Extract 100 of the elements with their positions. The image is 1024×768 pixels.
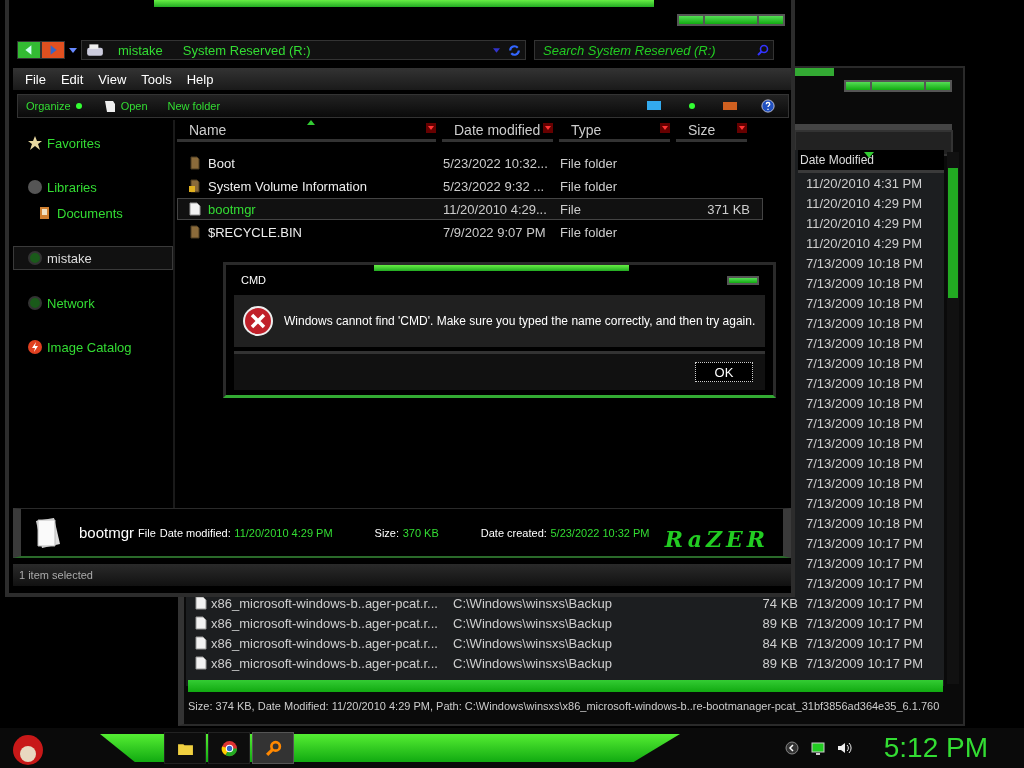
nav-item[interactable]: Network [13,292,173,314]
nav-item[interactable]: Documents [13,202,173,224]
file-icon [194,656,208,670]
monitor-icon[interactable] [646,99,662,113]
file-path: C:\Windows\winsxs\Backup [453,655,612,671]
field-value: 11/20/2010 4:29 PM [234,527,333,539]
dropdown-icon[interactable] [660,123,670,133]
file-name: bootmgr [79,524,135,541]
network-icon[interactable] [809,740,826,756]
pane-icon[interactable] [722,99,738,113]
menu-item[interactable]: Tools [141,71,172,87]
file-name: x86_microsoft-windows-b..ager-pcat.r... [211,615,438,631]
nav-item[interactable]: Libraries [13,176,173,198]
menu-item[interactable]: Edit [60,71,84,87]
vertical-scrollbar[interactable] [947,152,959,684]
toolbar-button[interactable]: Open [98,99,160,113]
date-modified: 7/13/2009 10:18 PM [805,275,924,291]
field-value: 370 KB [402,527,439,539]
browser-icon [220,739,238,757]
column-header[interactable]: Name [177,120,436,142]
window-controls[interactable] [844,80,952,92]
date-modified: 7/13/2009 10:18 PM [805,455,924,471]
toolbar-button[interactable]: New folder [163,100,233,112]
date-modified: 7/13/2009 10:17 PM [805,575,924,591]
column-header[interactable]: Date modified [442,120,553,142]
date-modified: 7/13/2009 10:18 PM [805,355,924,371]
date-modified: 7/13/2009 10:18 PM [805,515,924,531]
breadcrumb[interactable]: System Reserved (R:) [176,42,317,58]
error-icon [242,305,274,337]
dialog-title: CMD [241,274,267,286]
file-row[interactable]: Boot 5/23/2022 10:32... File folder [177,152,763,174]
menu-item[interactable]: File [25,71,46,87]
nav-item[interactable]: mistake [13,246,173,270]
dropdown-icon[interactable] [426,123,436,133]
folder-icon [188,225,202,239]
breadcrumb[interactable]: mistake [112,42,169,58]
date-modified: 7/13/2009 10:17 PM [805,535,924,551]
status-text: Size: 374 KB, Date Modified: 11/20/2010 4:29 PM, Path: C:\Windows\winsxs\x86_microsoft-windows-b..re-bootmanager-pcat_31bf3856ad364e35_6.1.760 [188,700,940,712]
file-path: C:\Windows\winsxs\Backup [453,595,612,611]
field-label: Size: [374,527,400,539]
horizontal-scrollbar[interactable] [188,680,943,692]
file-row[interactable]: $RECYCLE.BIN 7/9/2022 9:07 PM File folder [177,221,763,243]
date-modified: 11/20/2010 4:29 PM [805,195,923,211]
taskbar-button[interactable] [208,732,250,764]
menu-item[interactable]: Help [186,71,214,87]
column-header[interactable]: Size [676,120,747,142]
date-modified: 7/13/2009 10:18 PM [805,495,924,511]
field-label: Date created: [480,527,547,539]
file-icon [188,202,202,216]
file-name: x86_microsoft-windows-b..ager-pcat.r... [211,655,438,671]
file-type: File [138,526,156,539]
show-hidden-icon[interactable] [783,740,800,756]
date-modified: 7/13/2009 10:17 PM [805,635,924,651]
help-icon[interactable] [760,99,776,113]
file-path: C:\Windows\winsxs\Backup [453,615,612,631]
orb-icon [27,295,43,311]
file-icon [33,516,63,549]
date-modified: 7/13/2009 10:18 PM [805,335,924,351]
window-controls[interactable] [677,14,785,26]
search-field[interactable]: Search System Reserved (R:) [534,40,774,60]
accent-bar [794,68,834,76]
nav-item[interactable]: Image Catalog [13,336,173,358]
date-modified: 7/13/2009 10:17 PM [805,595,924,611]
file-size: 89 KB [762,615,798,631]
refresh-icon[interactable] [508,43,521,57]
file-size: 89 KB [762,655,798,671]
locked-folder-icon [188,179,202,193]
status-text: 1 item selected [19,569,93,581]
close-button[interactable] [727,275,759,285]
toolbar-button[interactable]: Organize [22,100,95,112]
dropdown-icon[interactable] [543,123,553,133]
nav-item[interactable]: Favorites [13,132,173,154]
date-modified: 7/13/2009 10:18 PM [805,375,924,391]
date-modified: 7/13/2009 10:18 PM [805,475,924,491]
column-header[interactable]: Type [559,120,670,142]
drive-icon [86,43,104,57]
dropdown-icon[interactable] [737,123,747,133]
ok-button[interactable]: OK [695,362,753,382]
speaker-icon[interactable] [835,740,852,756]
date-modified: 7/13/2009 10:18 PM [805,415,924,431]
date-modified: 11/20/2010 4:29 PM [805,235,923,251]
date-modified: 7/13/2009 10:18 PM [805,255,924,271]
search-icon [264,739,282,757]
menu-item[interactable]: View [98,71,127,87]
file-path: C:\Windows\winsxs\Backup [453,635,612,651]
file-row[interactable]: System Volume Information 5/23/2022 9:32 ... File folder [177,175,763,197]
taskbar-button[interactable] [164,732,206,764]
error-message: Windows cannot find 'CMD'. Make sure you typed the name correctly, and then try again. [284,314,756,328]
date-modified: 7/13/2009 10:17 PM [805,555,924,571]
address-bar[interactable]: mistake System Reserved (R:) [81,40,526,60]
back-button[interactable] [17,41,41,59]
clock[interactable]: 5:12 PM [883,732,988,764]
date-modified: 11/20/2010 4:29 PM [805,215,923,231]
date-modified: 7/13/2009 10:18 PM [805,315,924,331]
file-row[interactable]: bootmgr 11/20/2010 4:29... File 371 KB [177,198,763,220]
document-icon [102,99,117,113]
field-value: 5/23/2022 10:32 PM [550,527,650,539]
dropdown-icon[interactable] [69,47,77,53]
taskbar-button[interactable] [252,732,294,764]
lightning-icon [27,339,43,355]
